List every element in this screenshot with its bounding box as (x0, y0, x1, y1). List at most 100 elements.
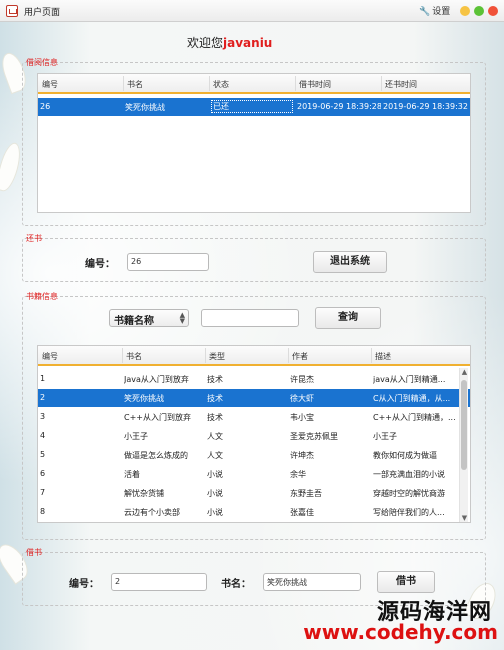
close-button[interactable] (488, 6, 498, 16)
table-cell: java从入门到精通... (373, 375, 446, 384)
borrow-button[interactable]: 借书 (377, 571, 435, 593)
return-id-input[interactable]: 26 (127, 253, 209, 271)
table-row[interactable]: 7 解忧杂货铺 小说 东野圭吾 穿越时空的解忧商游 (38, 484, 470, 502)
table-row[interactable]: 6 活着 小说 余华 一部充满血泪的小说 (38, 465, 470, 483)
search-button[interactable]: 查询 (315, 307, 381, 329)
table-cell[interactable]: 已还 (211, 100, 293, 113)
return-id-label: 编号： (85, 259, 115, 270)
table-cell: 做逼是怎么炼成的 (124, 451, 188, 460)
table-cell: 2 (40, 393, 46, 402)
table-cell: 教你如何成为做逼 (373, 451, 437, 460)
table-cell: 人文 (207, 432, 223, 441)
search-input[interactable] (201, 309, 299, 327)
column-header[interactable]: 作者 (292, 351, 308, 362)
column-header[interactable]: 描述 (375, 351, 391, 362)
column-header[interactable]: 类型 (209, 351, 225, 362)
table-cell: C++从入门到精通，... (373, 413, 455, 422)
table-cell: 3 (40, 412, 46, 421)
borrow-id-input[interactable]: 2 (111, 573, 207, 591)
wrench-icon: 🔧 (419, 7, 431, 17)
table-cell: 26 (40, 102, 51, 111)
book-info-legend: 书籍信息 (26, 292, 58, 301)
table-cell: 云边有个小卖部 (124, 508, 180, 517)
exit-system-button[interactable]: 退出系统 (313, 251, 387, 273)
table-cell: Java从入门到放弃 (124, 375, 189, 384)
table-cell: 笑死你挑战 (124, 394, 164, 403)
scroll-thumb[interactable] (461, 380, 467, 470)
table-cell: 笑死你挑战 (125, 103, 165, 112)
table-row[interactable]: 8 云边有个小卖部 小说 张嘉佳 写给陪伴我们的人... (38, 503, 470, 521)
table-cell: 许昆杰 (290, 375, 314, 384)
books-table-header: 编号 书名 类型 作者 描述 (38, 346, 470, 366)
select-arrows-icon: ▲ ▼ (179, 311, 185, 325)
table-cell: 圣爱克苏佩里 (290, 432, 338, 441)
table-cell: 穿越时空的解忧商游 (373, 489, 445, 498)
table-cell: 5 (40, 450, 46, 459)
books-scrollbar[interactable]: ▲ ▼ (459, 368, 468, 522)
table-cell: 小王子 (124, 432, 148, 441)
borrow-id-label: 编号： (69, 579, 99, 590)
table-cell: 小说 (207, 508, 223, 517)
table-cell: 活着 (124, 470, 140, 479)
borrow-table[interactable]: 编号 书名 状态 借书时间 还书时间 26 笑死你挑战 已还 2019-06-2… (37, 73, 471, 213)
table-cell: 技术 (207, 413, 223, 422)
column-header[interactable]: 借书时间 (299, 79, 331, 90)
column-header[interactable]: 书名 (127, 79, 143, 90)
table-cell: 技术 (207, 375, 223, 384)
return-book-panel: 还书 编号： 26 退出系统 (22, 234, 486, 282)
table-cell: 韦小宝 (290, 413, 314, 422)
table-cell: 小说 (207, 470, 223, 479)
scroll-down-icon[interactable]: ▼ (460, 514, 469, 522)
table-row[interactable]: 4 小王子 人文 圣爱克苏佩里 小王子 (38, 427, 470, 445)
watermark-url: www.codehy.com (303, 620, 498, 644)
minimize-button[interactable] (460, 6, 470, 16)
search-field-select[interactable]: 书籍名称 ▲ ▼ (109, 309, 189, 327)
table-row[interactable]: 1 Java从入门到放弃 技术 许昆杰 java从入门到精通... (38, 370, 470, 388)
table-cell: C从入门到精通，从... (373, 394, 451, 403)
table-cell: 东野圭吾 (290, 489, 322, 498)
welcome-text: 欢迎您 (187, 36, 224, 50)
borrow-name-input[interactable]: 笑死你挑战 (263, 573, 361, 591)
column-header[interactable]: 还书时间 (385, 79, 417, 90)
table-cell: 许坤杰 (290, 451, 314, 460)
table-cell: 张嘉佳 (290, 508, 314, 517)
window-title: 用户页面 (24, 8, 61, 18)
table-cell: 8 (40, 507, 46, 516)
table-row[interactable]: 5 做逼是怎么炼成的 人文 许坤杰 教你如何成为做逼 (38, 446, 470, 464)
borrow-info-panel: 借阅信息 编号 书名 状态 借书时间 还书时间 26 笑死你挑战 已还 2019… (22, 58, 486, 226)
borrow-book-legend: 借书 (26, 548, 42, 557)
column-header[interactable]: 状态 (213, 79, 229, 90)
table-row[interactable]: 2 笑死你挑战 技术 徐大虾 C从入门到精通，从... (38, 389, 470, 407)
table-cell: 人文 (207, 451, 223, 460)
column-header[interactable]: 书名 (126, 351, 142, 362)
maximize-button[interactable] (474, 6, 484, 16)
table-cell: 写给陪伴我们的人... (373, 508, 445, 517)
title-bar: 用户页面 🔧 设置 (0, 0, 504, 22)
scroll-up-icon[interactable]: ▲ (460, 368, 469, 376)
table-row[interactable]: 3 C++从入门到放弃 技术 韦小宝 C++从入门到精通，... (38, 408, 470, 426)
cup-icon (6, 5, 18, 17)
lily-decoration (0, 140, 25, 194)
column-header[interactable]: 编号 (42, 79, 58, 90)
welcome-heading: 欢迎您javaniu (187, 34, 272, 51)
table-cell: 2019-06-29 18:39:28 (297, 102, 381, 111)
borrow-name-label: 书名： (221, 579, 251, 590)
table-cell: 4 (40, 431, 46, 440)
table-cell: 解忧杂货铺 (124, 489, 164, 498)
table-cell: 7 (40, 488, 46, 497)
table-cell: 2019-06-29 18:39:32 (383, 102, 468, 111)
return-book-legend: 还书 (26, 234, 42, 243)
borrow-table-header: 编号 书名 状态 借书时间 还书时间 (38, 74, 470, 94)
table-cell: 余华 (290, 470, 306, 479)
welcome-username: javaniu (223, 36, 273, 50)
table-row[interactable]: 26 笑死你挑战 已还 2019-06-29 18:39:28 2019-06-… (38, 98, 470, 116)
table-cell: 1 (40, 374, 46, 383)
books-table[interactable]: 编号 书名 类型 作者 描述 1 Java从入门到放弃 技术 许昆杰 java从入门到精… (37, 345, 471, 523)
table-cell: 徐大虾 (290, 394, 314, 403)
table-cell: 6 (40, 469, 46, 478)
book-info-panel: 书籍信息 书籍名称 ▲ ▼ 查询 编号 书名 类型 作者 描述 1 Java从入门到… (22, 292, 486, 540)
settings-button[interactable]: 🔧 设置 (419, 4, 450, 17)
table-cell: 技术 (207, 394, 223, 403)
search-field-select-value: 书籍名称 (114, 316, 154, 327)
column-header[interactable]: 编号 (42, 351, 58, 362)
